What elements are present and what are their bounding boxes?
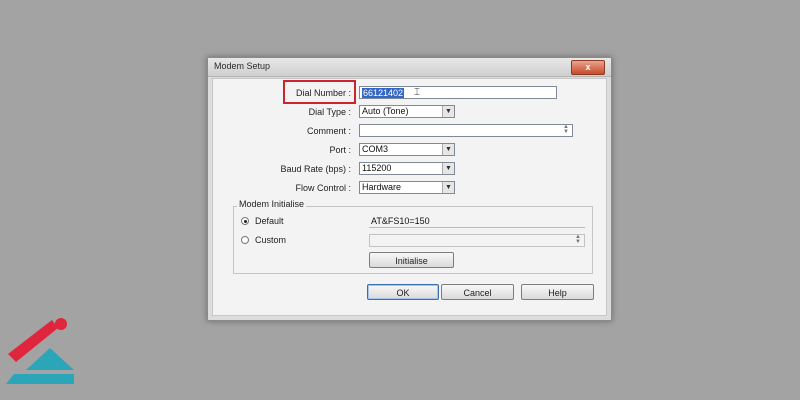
ok-button[interactable]: OK — [367, 284, 439, 300]
dial-type-select[interactable]: Auto (Tone) ▼ — [359, 105, 455, 118]
chevron-down-icon[interactable]: ▼ — [442, 106, 454, 117]
title-bar[interactable]: Modem Setup x — [208, 58, 611, 77]
custom-radio-label[interactable]: Custom — [255, 235, 286, 245]
dial-type-value: Auto (Tone) — [362, 106, 409, 116]
default-radio-label[interactable]: Default — [255, 216, 284, 226]
help-button[interactable]: Help — [521, 284, 594, 300]
baud-rate-value: 115200 — [362, 163, 392, 173]
baud-rate-select[interactable]: 115200 ▼ — [359, 162, 455, 175]
chevron-down-icon[interactable]: ▼ — [442, 144, 454, 155]
modem-initialise-title: Modem Initialise — [237, 199, 307, 209]
comment-input[interactable]: ▲ ▼ — [359, 124, 573, 137]
chevron-down-icon[interactable]: ▼ — [442, 182, 454, 193]
spin-arrows-icon[interactable]: ▲ ▼ — [575, 234, 583, 245]
brand-logo — [6, 318, 74, 384]
dial-number-highlight-box — [283, 80, 356, 104]
dialog-title: Modem Setup — [214, 61, 271, 71]
port-value: COM3 — [362, 144, 389, 154]
flow-control-value: Hardware — [362, 182, 402, 192]
flow-control-label: Flow Control : — [295, 183, 351, 193]
port-label: Port : — [329, 145, 351, 155]
custom-init-input[interactable]: ▲ ▼ — [369, 234, 585, 247]
dial-number-input[interactable]: 66121402 — [359, 86, 557, 99]
dial-number-value: 66121402 — [362, 88, 405, 98]
chevron-down-icon[interactable]: ▼ — [442, 163, 454, 174]
default-init-value: AT&FS10=150 — [371, 216, 430, 226]
port-select[interactable]: COM3 ▼ — [359, 143, 455, 156]
cancel-button[interactable]: Cancel — [441, 284, 514, 300]
text-cursor-icon: ⌶ — [414, 87, 420, 98]
flow-control-select[interactable]: Hardware ▼ — [359, 181, 455, 194]
baud-rate-label: Baud Rate (bps) : — [280, 164, 351, 174]
spin-arrows-icon[interactable]: ▲ ▼ — [563, 124, 571, 135]
default-radio[interactable] — [241, 217, 249, 225]
dial-type-label: Dial Type : — [308, 107, 351, 117]
close-button[interactable]: x — [571, 60, 605, 75]
close-icon: x — [585, 62, 591, 72]
default-init-string: AT&FS10=150 — [369, 215, 585, 228]
custom-radio[interactable] — [241, 236, 249, 244]
initialise-button[interactable]: Initialise — [369, 252, 454, 268]
comment-label: Comment : — [306, 126, 351, 136]
